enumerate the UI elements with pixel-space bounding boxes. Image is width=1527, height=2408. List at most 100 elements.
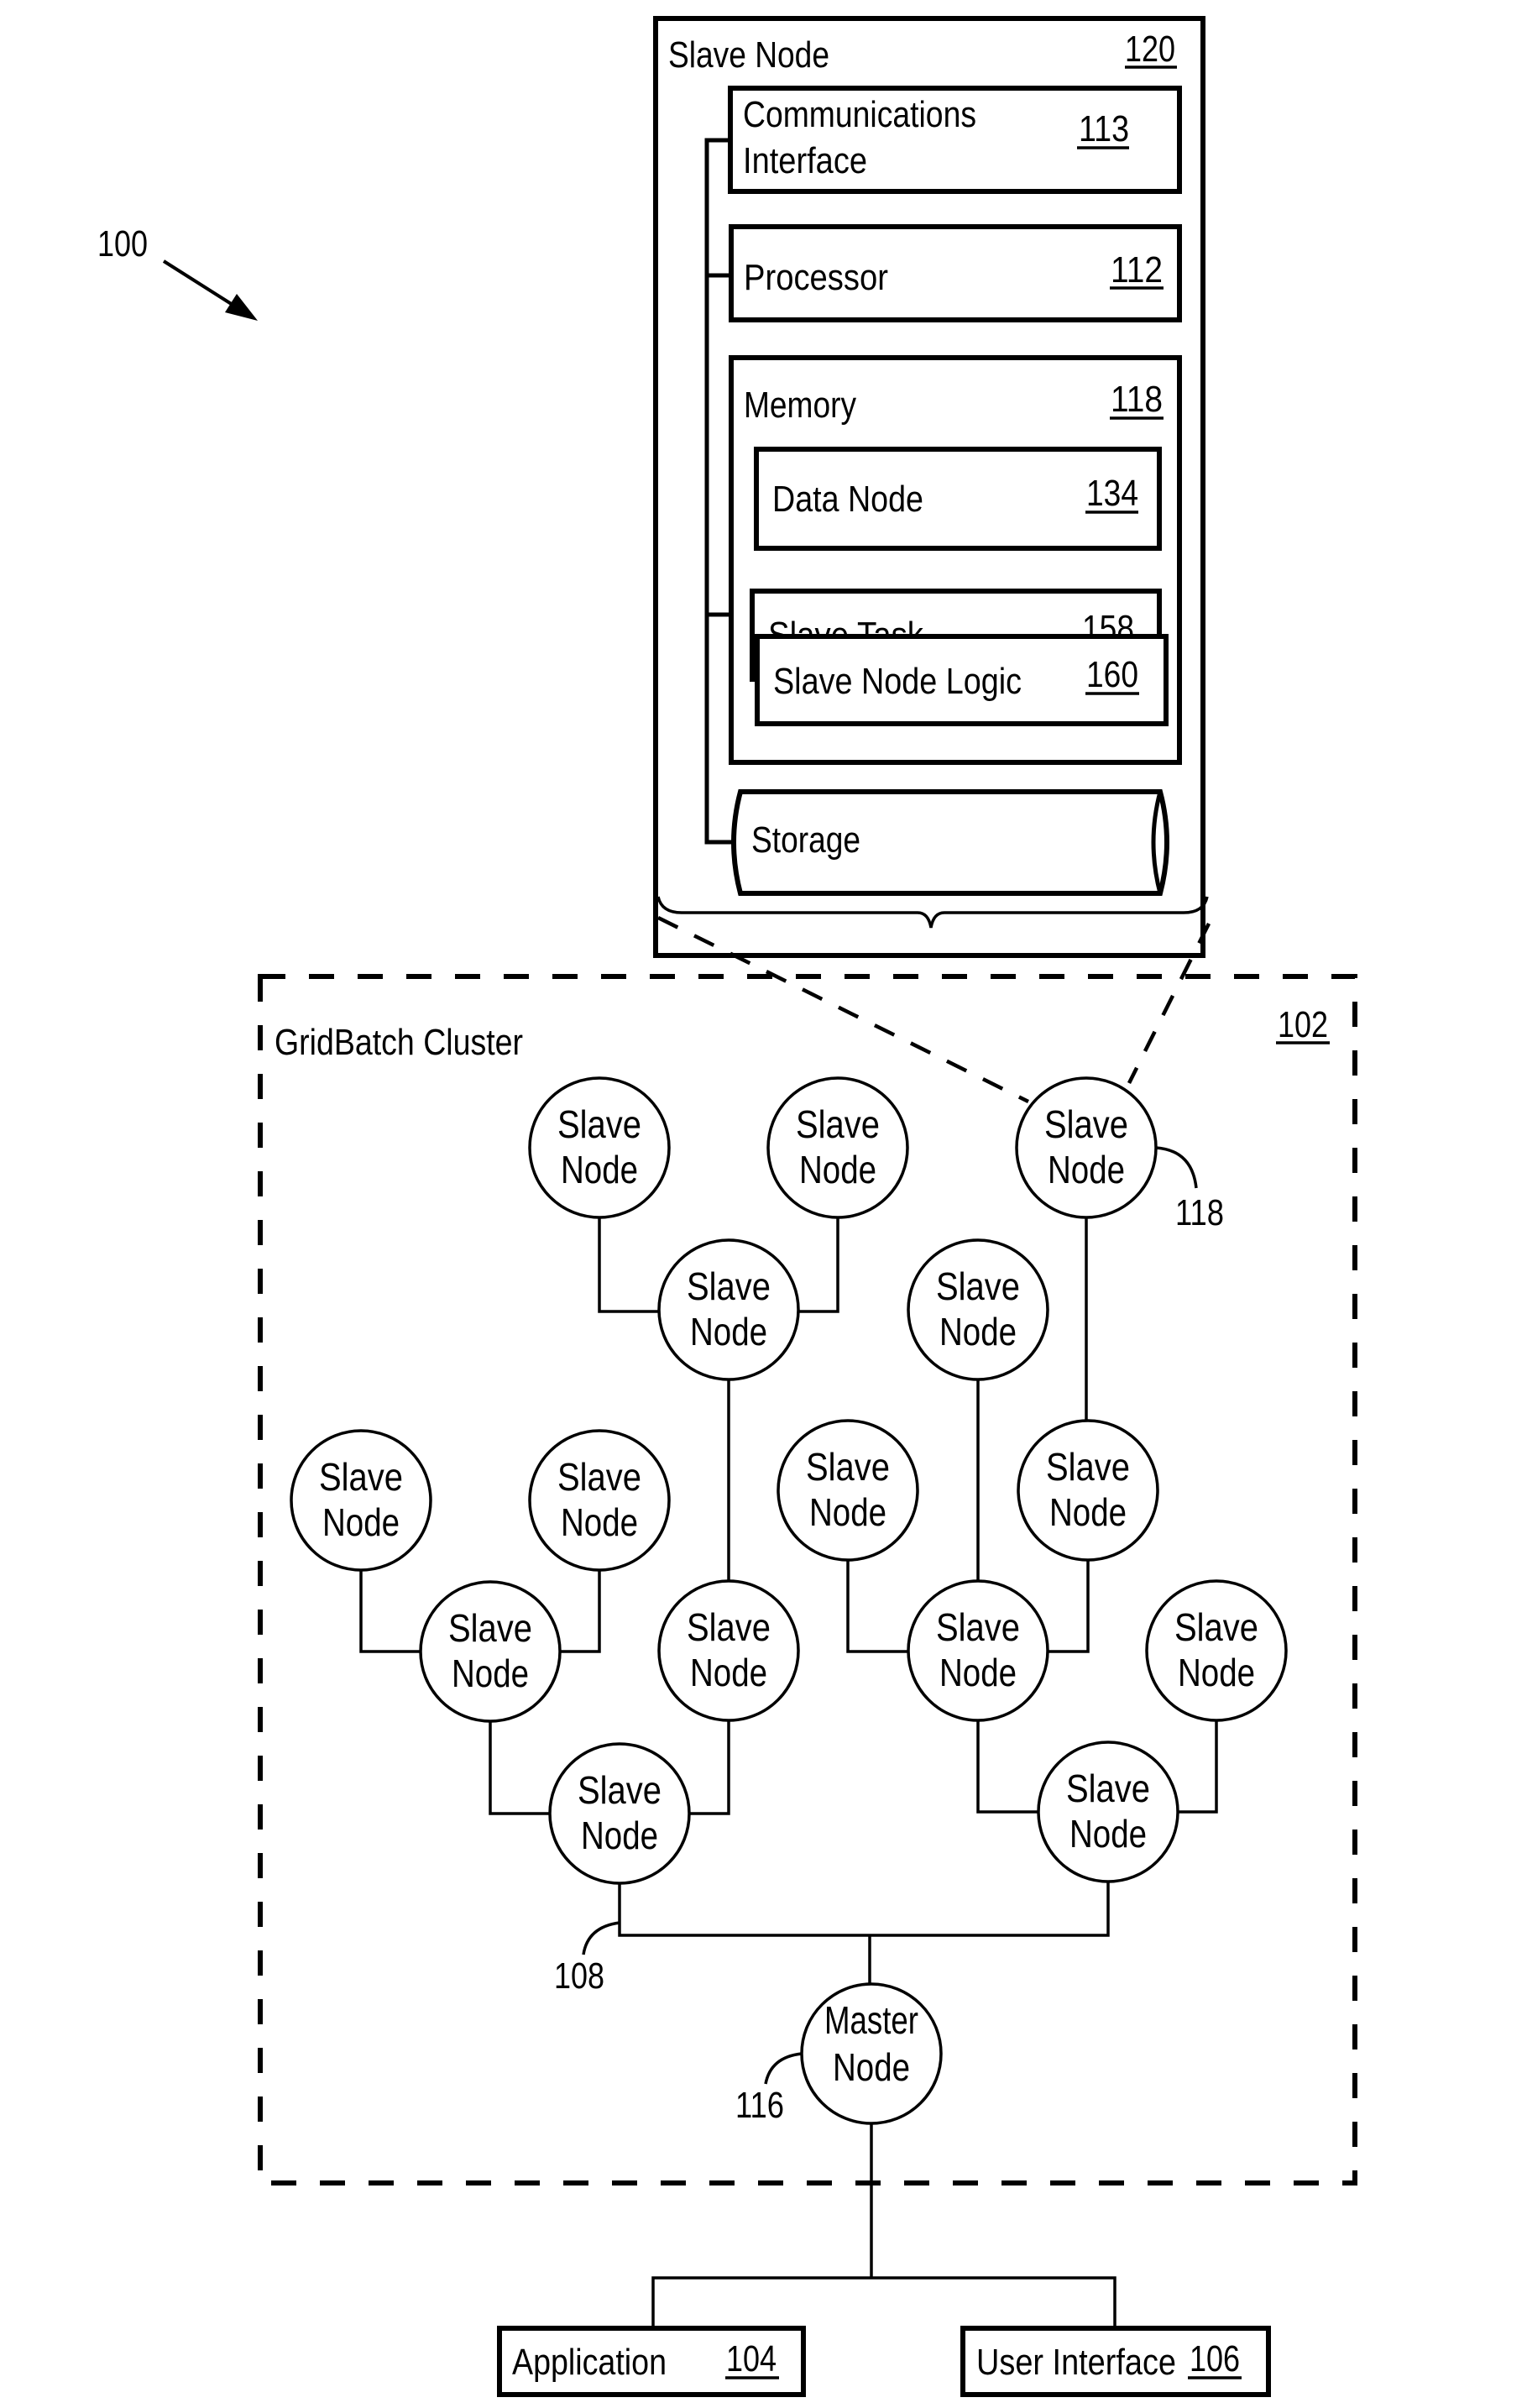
figure-ref-label: 100 <box>97 223 148 264</box>
bus-ref-leader <box>582 1921 620 1955</box>
connector <box>598 1217 659 1313</box>
slave-node-label-line1: Slave <box>557 1102 641 1146</box>
user-interface-box[interactable]: User Interface 106 <box>960 2326 1271 2397</box>
storage-cylinder: Storage <box>731 789 1169 896</box>
slave-node-highlighted[interactable]: SlaveNode <box>1015 1076 1158 1219</box>
application-label: Application <box>512 2342 667 2383</box>
connector <box>1048 1560 1090 1653</box>
figure-ref-arrow-line <box>162 259 241 311</box>
slave-node[interactable]: SlaveNode <box>907 1579 1049 1722</box>
application-ref: 104 <box>726 2338 777 2379</box>
slave-node[interactable]: SlaveNode <box>777 1419 919 1562</box>
slave-node[interactable]: SlaveNode <box>657 1579 800 1722</box>
processor-ref: 112 <box>1111 249 1163 291</box>
slave-node-label-line2: Node <box>939 1310 1017 1353</box>
slave-node-label-line2: Node <box>690 1310 767 1353</box>
bus-ref: 108 <box>554 1955 604 1997</box>
slave-node-label-line2: Node <box>322 1500 400 1544</box>
connector <box>976 1720 1038 1814</box>
slave-node[interactable]: SlaveNode <box>907 1238 1049 1381</box>
slave-node-label-line1: Slave <box>1046 1445 1130 1489</box>
slave-node-label-line1: Slave <box>936 1264 1020 1308</box>
external-bus <box>651 2276 1116 2328</box>
application-box[interactable]: Application 104 <box>497 2326 806 2397</box>
slave-node-label-line2: Node <box>1048 1148 1125 1191</box>
arrow-head-icon <box>225 294 258 321</box>
cluster-bus <box>618 1882 1110 1937</box>
memory-label: Memory <box>744 385 856 426</box>
slave-node-label-line2: Node <box>452 1652 529 1695</box>
slave-node-label-line1: Slave <box>796 1102 880 1146</box>
slave-node-label-line1: Slave <box>1044 1102 1128 1146</box>
memory-box: Memory 118 Data Node 134 Slave Task 158 … <box>729 355 1182 765</box>
master-ref-leader <box>764 2052 803 2085</box>
slave-node-label-line1: Slave <box>1066 1767 1150 1810</box>
slave-node-logic-ref: 160 <box>1086 654 1138 695</box>
slave-node-label-line1: Slave <box>687 1605 771 1649</box>
slave-node-label-line2: Node <box>1178 1651 1255 1694</box>
connector <box>359 1570 421 1653</box>
processor-box: Processor 112 <box>729 224 1182 322</box>
slave-node-label-line2: Node <box>561 1148 638 1191</box>
master-node-ref: 116 <box>735 2085 784 2126</box>
slave-node[interactable]: SlaveNode <box>766 1076 909 1219</box>
slave-node-label-line2: Node <box>690 1651 767 1694</box>
slave-node-label-line2: Node <box>1069 1812 1147 1856</box>
slave-node-label-line1: Slave <box>448 1606 532 1650</box>
slave-node-title: Slave Node <box>668 34 829 76</box>
connector <box>560 1570 601 1653</box>
slave-node-label-line1: Slave <box>687 1264 771 1308</box>
data-node-ref: 134 <box>1086 473 1138 514</box>
slave-node-label-line2: Node <box>939 1651 1017 1694</box>
slave-node-label-line1: Slave <box>806 1445 890 1489</box>
slave-nodes: SlaveNodeSlaveNodeSlaveNodeSlaveNodeSlav… <box>290 1076 1288 1885</box>
processor-label: Processor <box>744 257 888 298</box>
slave-node-label-line2: Node <box>799 1148 876 1191</box>
master-node-label-line2: Node <box>833 2045 910 2089</box>
slave-node-label-line2: Node <box>1049 1490 1127 1534</box>
slave-node-label-line1: Slave <box>1174 1605 1258 1649</box>
slave-node[interactable]: SlaveNode <box>548 1742 691 1885</box>
slave-node-logic-label: Slave Node Logic <box>773 661 1022 702</box>
slave-node[interactable]: SlaveNode <box>657 1238 800 1381</box>
memory-ref: 118 <box>1111 379 1163 420</box>
slave-node[interactable]: SlaveNode <box>1037 1741 1179 1883</box>
slave-node-label-line1: Slave <box>319 1455 403 1499</box>
slave-node-label-line1: Slave <box>557 1455 641 1499</box>
communications-interface-label-line2: Interface <box>743 140 867 181</box>
gridbatch-system-diagram: 100 Slave Node 120 Communications Interf… <box>97 16 1357 2397</box>
connector <box>798 1217 839 1313</box>
cluster-title: GridBatch Cluster <box>275 1022 523 1063</box>
figure-reference: 100 <box>97 223 258 321</box>
data-node-box: Data Node 134 <box>754 447 1162 551</box>
storage-label: Storage <box>751 819 860 861</box>
slave-node-label-line1: Slave <box>578 1768 662 1812</box>
highlighted-node-ref: 118 <box>1175 1192 1224 1233</box>
slave-node-logic-box: Slave Node Logic 160 <box>755 634 1169 726</box>
slave-node[interactable]: SlaveNode <box>528 1429 671 1572</box>
node-ref-leader <box>1155 1146 1198 1189</box>
slave-node[interactable]: SlaveNode <box>528 1076 671 1219</box>
slave-node-label-line2: Node <box>581 1814 658 1857</box>
slave-node[interactable]: SlaveNode <box>290 1429 432 1572</box>
user-interface-label: User Interface <box>976 2342 1176 2383</box>
slave-node[interactable]: SlaveNode <box>1017 1419 1159 1562</box>
slave-node-label-line1: Slave <box>936 1605 1020 1649</box>
slave-node-detail: Slave Node 120 Communications Interface … <box>653 16 1205 958</box>
cluster-ref: 102 <box>1278 1004 1328 1045</box>
master-node-label-line1: Master <box>824 1998 918 2042</box>
slave-node-label-line2: Node <box>561 1500 638 1544</box>
data-node-label: Data Node <box>772 479 923 520</box>
connector <box>689 1720 730 1815</box>
slave-node-label-line2: Node <box>809 1490 886 1534</box>
slave-node-ref: 120 <box>1125 29 1175 70</box>
master-node[interactable]: Master Node <box>800 1982 943 2125</box>
communications-interface-box: Communications Interface 113 <box>728 86 1182 194</box>
communications-interface-label-line1: Communications <box>743 94 976 135</box>
user-interface-ref: 106 <box>1190 2338 1240 2379</box>
gridbatch-cluster: GridBatch Cluster 102 SlaveNodeSlaveNode… <box>258 974 1357 2328</box>
communications-interface-ref: 113 <box>1079 108 1129 149</box>
slave-node[interactable]: SlaveNode <box>1145 1579 1288 1722</box>
connector <box>846 1560 908 1653</box>
slave-node[interactable]: SlaveNode <box>419 1580 562 1723</box>
